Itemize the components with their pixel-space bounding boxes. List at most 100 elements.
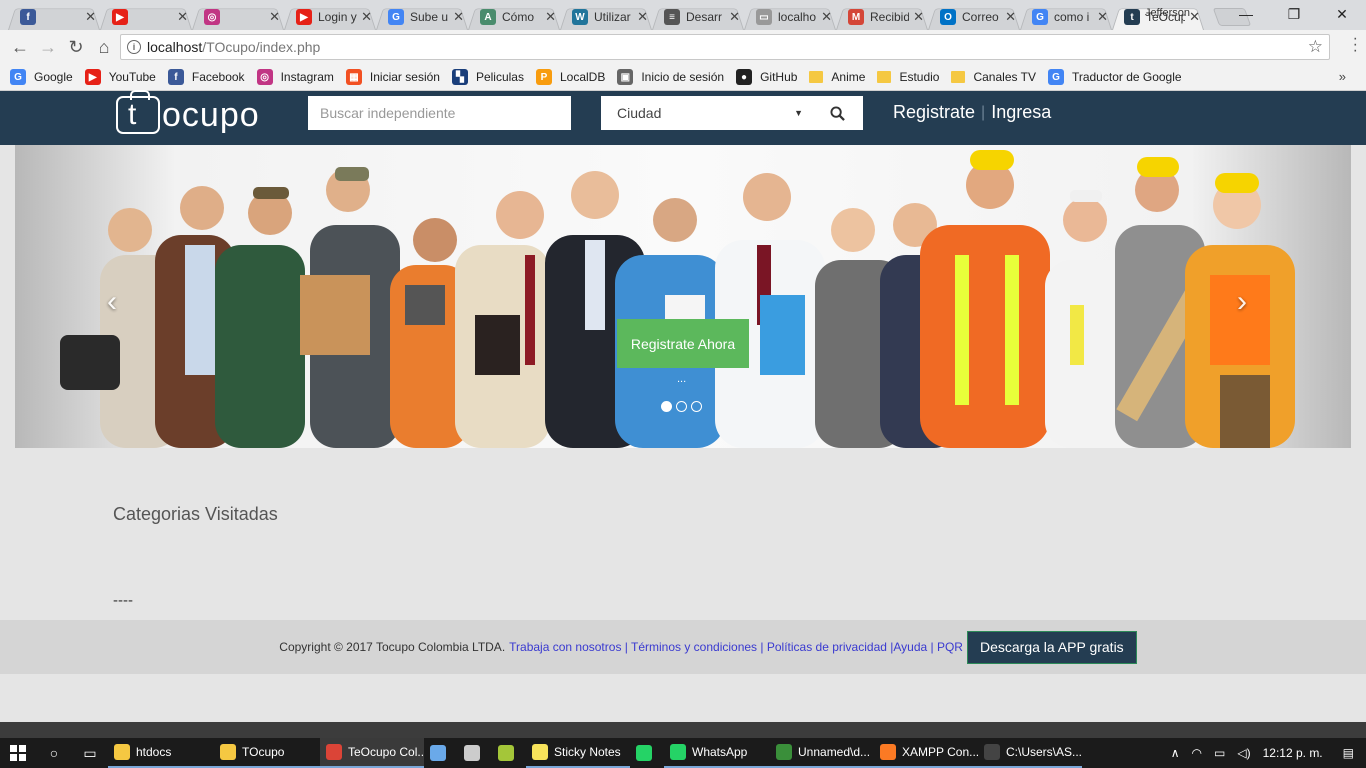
reload-icon[interactable]: ↻ [62,33,90,61]
task-view-icon[interactable]: ▭ [72,738,108,768]
back-icon[interactable]: ← [6,33,34,61]
search-input[interactable] [308,96,571,130]
carousel-dot-2[interactable] [676,401,687,412]
home-icon[interactable]: ⌂ [90,33,118,61]
taskbar-app[interactable]: C:\Users\AS... [978,738,1082,768]
footer-links[interactable]: Trabaja con nosotros | Términos y condic… [509,640,963,654]
info-icon[interactable]: i [127,40,141,54]
maximize-icon[interactable]: ❐ [1270,0,1318,28]
tocupo-icon: t [1124,9,1140,25]
bookmark-item[interactable]: ▦ Iniciar sesión [345,69,440,85]
close-tab-icon[interactable]: ✕ [821,9,832,25]
bookmark-item[interactable]: Anime [809,70,865,84]
browser-tab[interactable]: M Recibid ✕ [834,4,930,30]
virtualbox-icon [430,745,446,761]
taskbar-app[interactable] [492,738,526,768]
register-now-button[interactable]: Registrate Ahora [617,319,749,368]
hero-carousel: ‹ › Registrate Ahora ... [15,145,1351,448]
more-bookmarks-icon[interactable]: » [1339,69,1346,84]
browser-menu-icon[interactable]: · · · [1353,31,1358,59]
browser-tab[interactable]: ▶ ✕ [98,4,194,30]
volume-icon[interactable]: ◁) [1237,746,1250,760]
close-tab-icon[interactable]: ✕ [361,9,372,25]
bookmark-label: GitHub [760,70,798,84]
minimize-icon[interactable]: — [1222,0,1270,28]
notifications-icon[interactable]: ▤ [1343,746,1354,760]
download-app-button[interactable]: Descarga la APP gratis [966,630,1137,664]
login-link[interactable]: Ingresa [991,102,1051,123]
windows-start-icon[interactable] [0,738,36,768]
close-tab-icon[interactable]: ✕ [269,9,280,25]
taskbar-app[interactable] [458,738,492,768]
carousel-prev-icon[interactable]: ‹ [107,285,117,319]
android-studio-icon: A [480,9,496,25]
carousel-dot-3[interactable] [691,401,702,412]
tab-title: localho [778,10,817,24]
taskbar-app[interactable]: XAMPP Con... [874,738,978,768]
browser-tab[interactable]: Gcomo i ✕ [1018,4,1114,30]
chrome-icon [326,744,342,760]
bookmark-item[interactable]: G Traductor de Google [1047,69,1182,85]
close-window-icon[interactable]: ✕ [1318,0,1366,28]
bookmark-item[interactable]: ● GitHub [736,69,797,85]
close-tab-icon[interactable]: ✕ [453,9,464,25]
taskbar-app[interactable]: TeOcupo Col... [320,738,424,768]
bookmark-item[interactable]: P LocalDB [535,69,606,85]
bookmark-label: Canales TV [973,70,1036,84]
localhost-icon: ▭ [756,9,772,25]
chevron-up-icon[interactable]: ∧ [1171,746,1180,760]
taskbar-app[interactable]: htdocs [108,738,214,768]
browser-tab[interactable]: O Correo ✕ [926,4,1022,30]
bookmark-item[interactable]: ▚ Peliculas [451,69,524,85]
close-tab-icon[interactable]: ✕ [1005,9,1016,25]
forward-icon[interactable]: → [34,33,62,61]
logo-text: ocupo [162,96,260,134]
close-tab-icon[interactable]: ✕ [85,9,96,25]
register-link[interactable]: Registrate [893,102,975,123]
city-select[interactable]: Ciudad ▼ [601,96,811,130]
taskbar-app[interactable] [630,738,664,768]
close-tab-icon[interactable]: ✕ [913,9,924,25]
close-tab-icon[interactable]: ✕ [637,9,648,25]
carousel-next-icon[interactable]: › [1237,285,1247,319]
browser-tab[interactable]: W Utilizar ✕ [558,4,654,30]
cortana-search-icon[interactable]: ○ [36,738,72,768]
wifi-icon[interactable]: ◠ [1192,746,1202,760]
browser-tab[interactable]: ≡ Desarr ✕ [650,4,746,30]
search-button[interactable] [811,96,863,130]
bookmark-item[interactable]: f Facebook [167,69,245,85]
close-tab-icon[interactable]: ✕ [177,9,188,25]
browser-tab[interactable]: ▭ localho ✕ [742,4,838,30]
close-tab-icon[interactable]: ✕ [1189,9,1200,25]
taskbar-app[interactable]: TOcupo [214,738,320,768]
taskbar-app[interactable]: Sticky Notes [526,738,630,768]
bookmark-item[interactable]: G Google [10,69,73,85]
clock[interactable]: 12:12 p. m. [1263,746,1323,760]
browser-tab[interactable]: ◎ ✕ [190,4,286,30]
close-tab-icon[interactable]: ✕ [1097,9,1108,25]
site-header: t ocupo Ciudad ▼ Registrate | Ingresa [0,90,1366,145]
taskbar-app[interactable] [424,738,458,768]
browser-tab[interactable]: A Cómo ✕ [466,4,562,30]
bookmark-item[interactable]: Estudio [877,70,939,84]
link-separator: | [981,103,986,121]
taskbar-app[interactable]: WhatsApp [664,738,770,768]
browser-tab[interactable]: f ✕ [6,4,102,30]
battery-icon[interactable]: ▭ [1214,746,1225,760]
logo-bag-icon: t [116,90,160,134]
carousel-dot-1[interactable] [661,401,672,412]
taskbar-app[interactable]: Unnamed\d... [770,738,874,768]
close-tab-icon[interactable]: ✕ [729,9,740,25]
bookmark-star-icon[interactable]: ☆ [1308,37,1323,57]
bookmark-item[interactable]: ▣ Inicio de sesión [617,69,724,85]
address-bar[interactable]: i localhost/TOcupo/index.php ☆ [120,34,1330,60]
bookmark-item[interactable]: ▶ YouTube [84,69,156,85]
bookmark-item[interactable]: Canales TV [951,70,1036,84]
browser-tab[interactable]: ▶ Login y ✕ [282,4,378,30]
tocupo-logo[interactable]: t ocupo [116,90,260,135]
browser-tab[interactable]: G Sube u ✕ [374,4,470,30]
bookmark-item[interactable]: ◎ Instagram [256,69,334,85]
close-tab-icon[interactable]: ✕ [545,9,556,25]
bookmark-label: LocalDB [559,70,606,84]
clapper-icon: ▚ [451,69,468,85]
